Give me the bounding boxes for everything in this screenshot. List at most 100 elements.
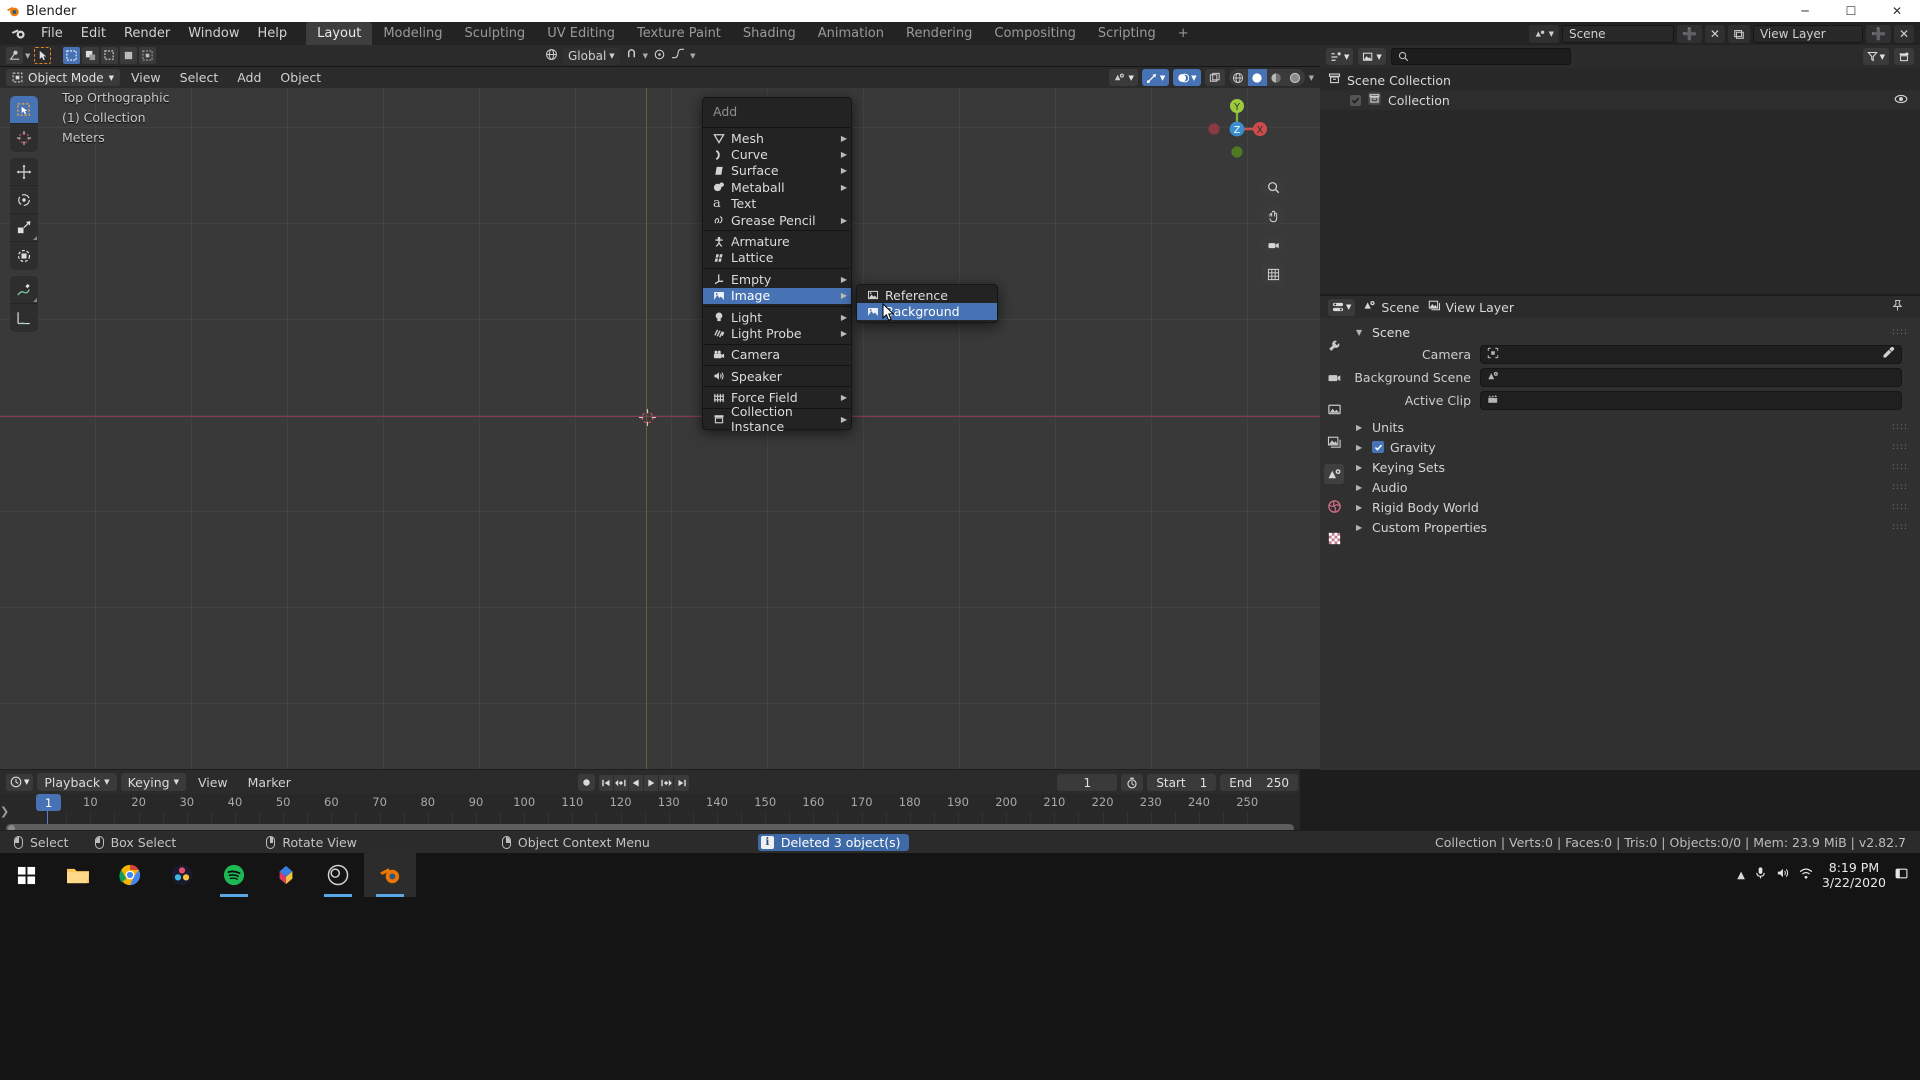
tab-scripting[interactable]: Scripting: [1087, 22, 1167, 46]
file-explorer-icon[interactable]: [52, 853, 104, 897]
tab-compositing[interactable]: Compositing: [983, 22, 1087, 46]
menu-render[interactable]: Render: [115, 23, 179, 44]
play-reverse-button[interactable]: [629, 775, 644, 791]
select-set-icon[interactable]: [63, 47, 80, 64]
add-menu-item-mesh[interactable]: Mesh ▶: [703, 130, 851, 146]
property-section-units[interactable]: ▶ Units ::::: [1348, 417, 1920, 437]
tab-tool[interactable]: [1324, 336, 1344, 356]
microphone-icon[interactable]: [1754, 866, 1767, 884]
zoom-view-icon[interactable]: [1262, 176, 1284, 198]
remove-view-layer-icon[interactable]: ✕: [1894, 25, 1914, 43]
collection-checkbox[interactable]: [1350, 95, 1361, 106]
end-frame-field[interactable]: End 250: [1220, 774, 1298, 791]
navigation-gizmo[interactable]: Y X Z: [1202, 94, 1272, 164]
tool-move[interactable]: [10, 158, 38, 186]
shading-solid-icon[interactable]: [1248, 69, 1267, 86]
add-menu-item-lattice[interactable]: Lattice: [703, 250, 851, 266]
submenu-item-reference[interactable]: Reference: [857, 287, 997, 303]
outliner-filter-icon[interactable]: ▼: [1863, 48, 1889, 65]
volume-icon[interactable]: [1776, 866, 1790, 884]
pin-icon[interactable]: [1891, 299, 1912, 316]
obs-icon[interactable]: [312, 853, 364, 897]
viewport-menu-object[interactable]: Object: [272, 68, 329, 87]
image-submenu-popup[interactable]: Reference Background: [856, 284, 998, 323]
tab-world[interactable]: [1324, 496, 1344, 516]
add-menu-item-curve[interactable]: Curve ▶: [703, 146, 851, 162]
view-layer-browse-icon[interactable]: [1728, 25, 1750, 43]
spotify-icon[interactable]: [208, 853, 260, 897]
notifications-icon[interactable]: [1895, 867, 1908, 884]
add-menu-item-speaker[interactable]: Speaker: [703, 368, 851, 384]
tab-rendering[interactable]: Rendering: [895, 22, 983, 46]
menu-edit[interactable]: Edit: [72, 23, 115, 44]
gizmo-toggle[interactable]: ▼: [1142, 69, 1169, 86]
xray-toggle[interactable]: [1205, 69, 1225, 86]
tab-layout[interactable]: Layout: [306, 22, 372, 46]
outliner-editor-type-icon[interactable]: ▼: [1326, 48, 1353, 65]
close-button[interactable]: ✕: [1874, 0, 1920, 22]
jump-prev-keyframe-button[interactable]: [614, 775, 629, 791]
outliner-row-scene-collection[interactable]: Scene Collection: [1320, 70, 1920, 90]
submenu-item-background[interactable]: Background: [857, 303, 997, 319]
shading-wireframe-icon[interactable]: [1229, 69, 1248, 86]
new-scene-icon[interactable]: ➕: [1677, 25, 1702, 43]
tab-texture[interactable]: [1324, 528, 1344, 548]
outliner-new-collection-icon[interactable]: [1894, 48, 1914, 65]
outliner-display-mode-icon[interactable]: ▼: [1358, 48, 1385, 65]
blender-logo-icon[interactable]: [6, 24, 32, 44]
new-view-layer-icon[interactable]: ➕: [1866, 25, 1891, 43]
property-field-camera[interactable]: [1480, 345, 1902, 364]
tab-view-layer[interactable]: [1324, 432, 1344, 452]
orientation-icon[interactable]: [545, 48, 558, 65]
property-field-active-clip[interactable]: [1480, 391, 1902, 410]
proportional-edit-icon[interactable]: [653, 48, 666, 65]
tab-texture-paint[interactable]: Texture Paint: [626, 22, 732, 46]
chrome-icon[interactable]: [104, 853, 156, 897]
timeline-menu-keying[interactable]: Keying ▼: [121, 773, 186, 791]
view-layer-name-field[interactable]: View Layer: [1753, 25, 1863, 43]
falloff-chevron-icon[interactable]: ▼: [690, 52, 695, 60]
timeline-menu-playback[interactable]: Playback ▼: [37, 773, 116, 791]
auto-keying-icon[interactable]: [578, 774, 595, 791]
minimize-button[interactable]: ─: [1782, 0, 1828, 22]
timeline-menu-view[interactable]: View: [190, 773, 236, 792]
start-frame-field[interactable]: Start 1: [1147, 774, 1216, 791]
tweak-tool-icon[interactable]: [34, 47, 51, 64]
add-menu-item-metaball[interactable]: Metaball ▶: [703, 179, 851, 195]
tool-scale[interactable]: [10, 214, 38, 242]
chevron-up-icon[interactable]: ▲: [1737, 870, 1745, 881]
3d-viewport[interactable]: Top Orthographic (1) Collection Meters: [0, 88, 1320, 769]
timeline-editor-type-icon[interactable]: ▼: [6, 774, 33, 791]
blender-icon[interactable]: [364, 853, 416, 897]
unlink-scene-icon[interactable]: ✕: [1705, 25, 1725, 43]
jump-next-keyframe-button[interactable]: [659, 775, 674, 791]
overlays-toggle[interactable]: ▼: [1173, 69, 1200, 86]
toggle-ortho-icon[interactable]: [1262, 263, 1284, 285]
menu-help[interactable]: Help: [249, 23, 297, 44]
tool-cursor[interactable]: [10, 124, 38, 152]
play-button[interactable]: [644, 775, 659, 791]
snap-magnet-icon[interactable]: [625, 48, 638, 65]
tab-scene[interactable]: [1324, 464, 1344, 484]
tool-transform[interactable]: [10, 242, 38, 270]
start-icon[interactable]: [0, 853, 52, 897]
shading-material-icon[interactable]: [1267, 69, 1286, 86]
snap-dropdown-chevron-icon[interactable]: ▼: [643, 52, 648, 60]
shading-rendered-icon[interactable]: [1286, 69, 1305, 86]
property-section-gravity[interactable]: ▶ Gravity ::::: [1348, 437, 1920, 457]
tool-rotate[interactable]: [10, 186, 38, 214]
tab-animation[interactable]: Animation: [807, 22, 895, 46]
use-preview-range-icon[interactable]: [1121, 774, 1143, 791]
property-section-keying-sets[interactable]: ▶ Keying Sets ::::: [1348, 457, 1920, 477]
paint3d-icon[interactable]: [260, 853, 312, 897]
scene-browse-icon[interactable]: ▼: [1529, 25, 1559, 43]
tool-measure[interactable]: [10, 304, 38, 332]
tab-uv-editing[interactable]: UV Editing: [536, 22, 626, 46]
outliner-tree[interactable]: Scene Collection Collection: [1320, 68, 1920, 294]
eyedropper-icon[interactable]: [1882, 346, 1895, 363]
timeline-menu-marker[interactable]: Marker: [240, 773, 299, 792]
visibility-eye-icon[interactable]: [1894, 92, 1908, 109]
outliner-row-collection[interactable]: Collection: [1320, 90, 1920, 110]
jump-to-start-button[interactable]: [599, 775, 614, 791]
object-mode-dropdown[interactable]: Object Mode ▼: [6, 69, 120, 86]
